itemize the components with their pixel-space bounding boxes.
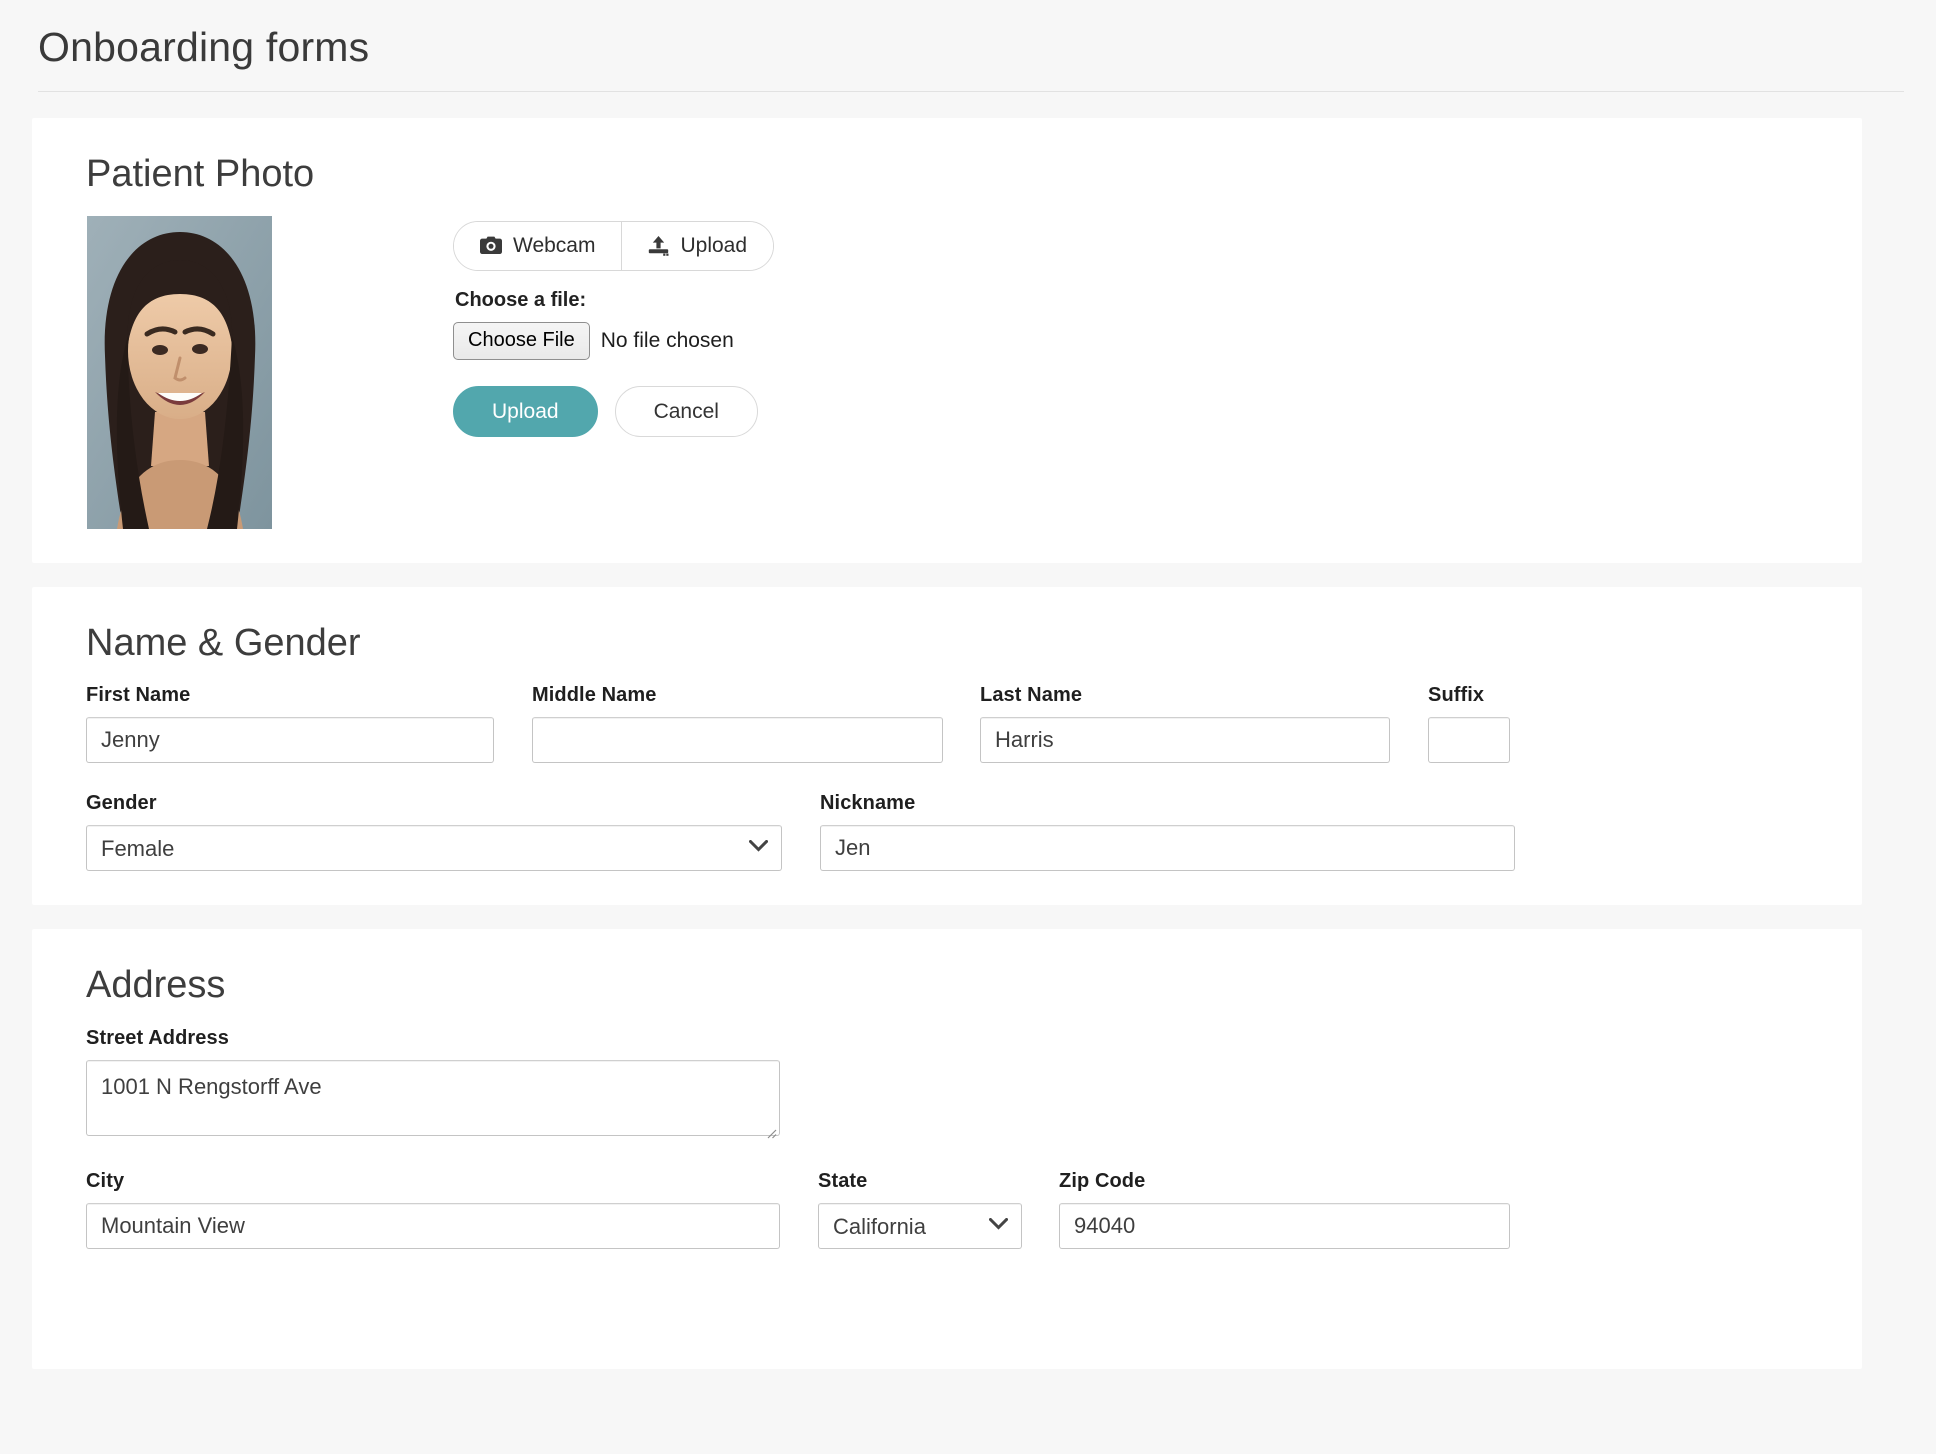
state-label: State <box>818 1170 868 1193</box>
first-name-field: First Name <box>86 684 494 764</box>
gender-select-wrapper[interactable]: Female <box>86 825 782 872</box>
name-gender-card: Name & Gender First Name Middle Name Las… <box>32 586 1862 906</box>
city-input[interactable] <box>86 1203 780 1250</box>
name-row: First Name Middle Name Last Name Suffix <box>86 684 1822 764</box>
last-name-input[interactable] <box>980 717 1390 764</box>
upload-tab-button[interactable]: Upload <box>621 221 774 270</box>
first-name-label: First Name <box>86 684 191 707</box>
name-gender-title: Name & Gender <box>86 621 361 664</box>
header-divider <box>38 91 1904 93</box>
cancel-button[interactable]: Cancel <box>614 385 758 437</box>
address-title: Address <box>86 964 226 1007</box>
choose-file-label: Choose a file: <box>455 288 587 311</box>
upload-icon <box>648 235 669 256</box>
last-name-field: Last Name <box>980 684 1390 764</box>
middle-name-input[interactable] <box>532 717 943 764</box>
photo-controls: Webcam Upload Choose a file: Choose File… <box>453 216 775 437</box>
last-name-label: Last Name <box>980 684 1083 707</box>
address-card: Address Street Address 1001 N Rengstorff… <box>32 929 1862 1370</box>
middle-name-field: Middle Name <box>532 684 943 764</box>
webcam-button-label: Webcam <box>513 233 596 257</box>
photo-action-row: Upload Cancel <box>453 385 774 437</box>
patient-photo-thumbnail <box>87 215 272 529</box>
nickname-field: Nickname <box>820 792 1515 872</box>
nickname-label: Nickname <box>820 792 916 815</box>
gender-label: Gender <box>86 792 157 815</box>
city-label: City <box>86 1170 125 1193</box>
first-name-input[interactable] <box>86 717 494 764</box>
state-select-wrapper[interactable]: California <box>818 1203 1022 1250</box>
street-address-field: Street Address 1001 N Rengstorff Ave <box>86 1027 780 1141</box>
state-select[interactable]: California <box>818 1203 1022 1250</box>
patient-photo-card: Patient Photo Webcam Upload Choose a fil… <box>32 118 1862 563</box>
city-state-zip-row: City State California <box>86 1170 1822 1250</box>
suffix-field: Suffix <box>1428 684 1510 764</box>
zip-code-input[interactable] <box>1059 1203 1510 1250</box>
photo-source-toggle[interactable]: Webcam Upload <box>453 220 775 271</box>
camera-icon <box>480 236 502 255</box>
zip-code-label: Zip Code <box>1059 1170 1146 1193</box>
gender-row: Gender Female Nickname <box>86 792 1822 872</box>
webcam-button[interactable]: Webcam <box>454 221 622 270</box>
street-address-wrapper[interactable]: 1001 N Rengstorff Ave <box>86 1060 780 1141</box>
street-address-label: Street Address <box>86 1027 229 1050</box>
middle-name-label: Middle Name <box>532 684 657 707</box>
state-field: State California <box>818 1170 1022 1250</box>
gender-field: Gender Female <box>86 792 782 872</box>
nickname-input[interactable] <box>820 825 1515 872</box>
street-address-textarea[interactable]: 1001 N Rengstorff Ave <box>86 1060 780 1137</box>
suffix-input[interactable] <box>1428 717 1510 764</box>
city-field: City <box>86 1170 780 1250</box>
upload-submit-button[interactable]: Upload <box>453 385 598 437</box>
suffix-label: Suffix <box>1428 684 1485 707</box>
onboarding-forms-page: Onboarding forms Patient Photo Webcam Up… <box>0 0 1936 1454</box>
file-input-row[interactable]: Choose File No file chosen <box>453 321 774 360</box>
upload-tab-label: Upload <box>680 233 748 257</box>
patient-photo-title: Patient Photo <box>86 153 315 196</box>
choose-file-button[interactable]: Choose File <box>453 321 590 360</box>
street-row: Street Address 1001 N Rengstorff Ave <box>86 1027 1822 1141</box>
page-title: Onboarding forms <box>38 24 370 70</box>
page-header: Onboarding forms <box>0 0 1936 73</box>
zip-code-field: Zip Code <box>1059 1170 1510 1250</box>
patient-photo-body: Webcam Upload Choose a file: Choose File… <box>54 215 1822 529</box>
gender-select[interactable]: Female <box>86 825 782 872</box>
file-status-text: No file chosen <box>600 328 734 352</box>
